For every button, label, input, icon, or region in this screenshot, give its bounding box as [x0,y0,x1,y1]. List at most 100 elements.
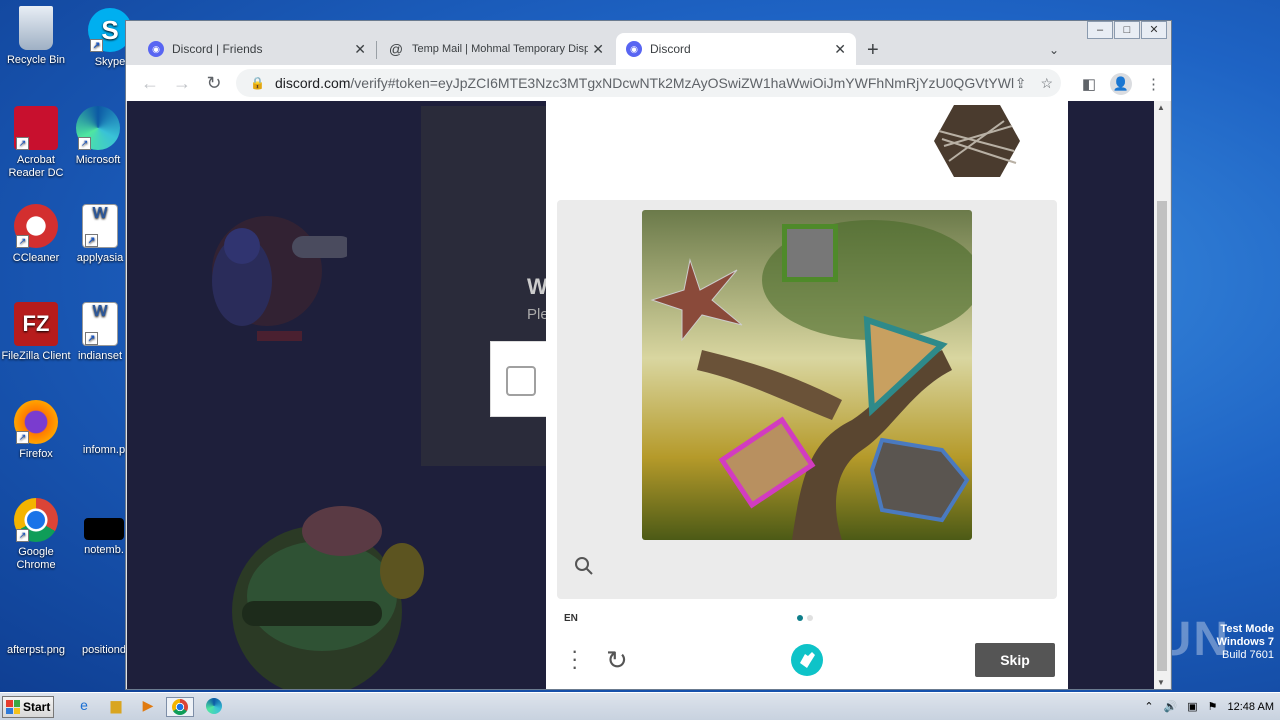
progress-dot-active [797,615,803,621]
desktop-icon-label: Microsoft [75,154,121,166]
url-host: discord.com [274,75,351,91]
recycle-bin-icon[interactable]: Recycle Bin [0,6,72,67]
chrome-taskbar-icon[interactable] [166,697,194,717]
firefox-icon[interactable]: ↗ Firefox [0,400,72,461]
progress-dot [807,615,813,621]
tab-title: Discord | Friends [172,42,263,56]
desktop-icon-label: CCleaner [12,252,60,264]
ccleaner-logo-icon: ↗ [14,204,58,248]
back-icon[interactable]: ← [134,73,166,94]
google-chrome-icon[interactable]: ↗ Google Chrome [0,498,72,572]
shortcut-arrow-icon: ↗ [16,529,29,542]
test-mode-line: Windows 7 [1216,636,1274,648]
file-icon [82,400,126,440]
toolbar-right: ◧ 👤 ⋮ [1082,73,1161,95]
url-path: /verify#token=eyJpZCI6MTE3Nzc3MTgxNDcwNT… [350,75,1026,91]
shortcut-arrow-icon: ↗ [90,39,103,52]
system-tray: ⌃ 🔊 ▣ ⚑ 12:48 AM [1144,700,1274,714]
network-icon[interactable]: ▣ [1187,700,1197,713]
refresh-challenge-icon[interactable]: ↻ [606,645,628,676]
more-options-icon[interactable]: · · · [571,640,578,678]
action-center-flag-icon[interactable]: ⚑ [1208,700,1218,713]
test-mode-line: Build 7601 [1222,649,1274,661]
skip-button[interactable]: Skip [975,643,1055,677]
challenge-image[interactable] [642,210,972,540]
forward-icon[interactable]: → [166,73,198,94]
tab-search-icon[interactable]: ⌄ [1049,43,1059,57]
discord-icon: ◉ [626,41,642,57]
trash-icon [19,6,53,50]
page-scrollbar[interactable]: ▲ ▼ [1154,101,1170,689]
test-mode-notice: Test Mode Windows 7 Build 7601 [1217,623,1274,662]
image-file-icon [14,600,58,640]
afterpst-file-icon[interactable]: afterpst.png [0,600,72,657]
scroll-up-icon[interactable]: ▲ [1157,103,1165,112]
ccleaner-icon[interactable]: ↗ CCleaner [0,204,72,265]
shortcut-arrow-icon: ↗ [16,235,29,248]
close-tab-icon[interactable]: ✕ [354,41,366,58]
filezilla-logo-icon: FZ [14,302,58,346]
desktop-icon-label: afterpst.png [6,644,66,656]
tab-discord-verify[interactable]: ◉ Discord ✕ [616,33,856,65]
word-doc-icon: W ↗ [82,204,118,248]
microsoft-edge-desktop-icon[interactable]: ↗ Microsoft [62,106,134,167]
acrobat-icon: ↗ [14,106,58,150]
media-player-taskbar-icon[interactable]: ▶ [134,697,162,717]
reload-icon[interactable]: ↻ [198,73,230,94]
at-icon: @ [388,41,404,57]
share-icon[interactable]: ⇪ [1015,75,1027,92]
side-panel-icon[interactable]: ◧ [1082,75,1096,93]
tab-discord-friends[interactable]: ◉ Discord | Friends ✕ [138,33,376,65]
address-bar[interactable]: 🔒 discord.com /verify#token=eyJpZCI6MTE3… [236,69,1061,97]
desktop-icon-label: Firefox [19,448,53,460]
challenge-area [557,200,1057,599]
background-illustration [212,216,347,341]
clock[interactable]: 12:48 AM [1228,701,1274,713]
tab-separator [376,41,377,59]
desktop-icon-label: Google Chrome [16,546,56,571]
test-mode-line: Test Mode [1220,623,1274,635]
shortcut-arrow-icon: ↗ [16,431,29,444]
explorer-taskbar-icon[interactable]: ▆ [102,697,130,717]
taskbar: Start e ▆ ▶ ⌃ 🔊 ▣ ⚑ 12:48 AM [0,692,1280,720]
hcaptcha-challenge: EN · · · ↻ Skip [546,101,1068,689]
desktop-icon-label: Recycle Bin [6,54,66,66]
tab-strip: ◉ Discord | Friends ✕ @ Temp Mail | Mohm… [126,29,1171,65]
discord-icon: ◉ [148,41,164,57]
shortcut-arrow-icon: ↗ [16,137,29,150]
chrome-menu-icon[interactable]: ⋮ [1146,75,1161,93]
hcaptcha-logo-icon[interactable] [790,643,824,677]
ie-taskbar-icon[interactable]: e [70,697,98,717]
file-icon [82,600,126,640]
shortcut-arrow-icon: ↗ [85,234,98,247]
volume-icon[interactable]: 🔊 [1164,700,1178,713]
shortcut-arrow-icon: ↗ [78,137,91,150]
page-viewport: W Ple EN · · · ↻ Skip [127,101,1154,689]
edge-logo-icon: ↗ [76,106,120,150]
tab-temp-mail[interactable]: @ Temp Mail | Mohmal Temporary Dispo ✕ [378,33,614,65]
hcaptcha-checkbox-widget [490,341,550,417]
lock-icon[interactable]: 🔒 [250,76,265,90]
progress-dots [797,615,813,621]
tray-expand-icon[interactable]: ⌃ [1144,700,1153,713]
tab-title: Discord [650,42,691,56]
language-selector[interactable]: EN [564,613,578,624]
scrollbar-thumb[interactable] [1157,201,1167,671]
edge-taskbar-icon[interactable] [200,697,228,717]
scroll-down-icon[interactable]: ▼ [1157,678,1165,687]
start-label: Start [23,700,51,714]
close-tab-icon[interactable]: ✕ [592,41,604,58]
bookmark-star-icon[interactable]: ☆ [1040,75,1053,92]
close-tab-icon[interactable]: ✕ [834,41,846,58]
shortcut-arrow-icon: ↗ [85,332,98,345]
zoom-icon[interactable] [574,556,594,581]
black-file-icon [84,518,124,540]
word-doc-icon: W ↗ [82,302,118,346]
windows-logo-icon [6,700,20,714]
browser-toolbar: ← → ↻ 🔒 discord.com /verify#token=eyJpZC… [126,65,1171,101]
profile-avatar-icon[interactable]: 👤 [1110,73,1132,95]
captcha-checkbox[interactable] [506,366,536,396]
new-tab-button[interactable]: + [867,39,879,62]
filezilla-icon[interactable]: FZ FileZilla Client [0,302,72,363]
start-button[interactable]: Start [2,696,54,718]
